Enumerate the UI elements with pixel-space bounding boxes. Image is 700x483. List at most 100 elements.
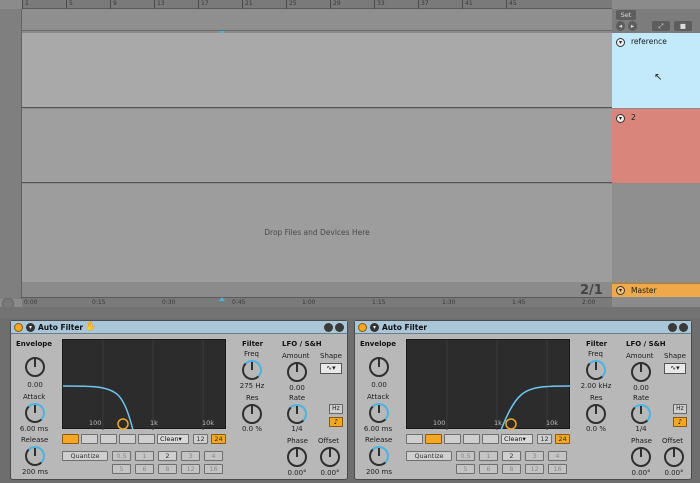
- lowpass-button[interactable]: [62, 434, 79, 444]
- drop-area[interactable]: Drop Files and Devices Here: [22, 184, 612, 282]
- sync-mode-button[interactable]: ♪: [329, 417, 343, 427]
- resize-icon[interactable]: ⤢: [652, 21, 670, 31]
- hz-mode-button[interactable]: Hz: [673, 404, 687, 414]
- next-locator-icon[interactable]: ▸: [628, 21, 637, 31]
- phase-knob[interactable]: [631, 447, 651, 467]
- loop-bar[interactable]: [22, 9, 612, 31]
- hot-swap-icon[interactable]: [668, 323, 677, 332]
- quantize-value-button[interactable]: 16: [548, 464, 567, 474]
- offset-value[interactable]: 0.00°: [655, 469, 693, 477]
- highpass-button[interactable]: [425, 434, 442, 444]
- offset-value[interactable]: 0.00°: [311, 469, 349, 477]
- quantize-value-button[interactable]: 5: [456, 464, 475, 474]
- sync-mode-button[interactable]: ♪: [673, 417, 687, 427]
- quantize-value-button[interactable]: 0.5: [456, 451, 475, 461]
- filter-response-graph[interactable]: 100 1k 10k: [406, 339, 571, 430]
- attack-value[interactable]: 6.00 ms: [355, 425, 401, 433]
- quantize-value-button[interactable]: 16: [204, 464, 223, 474]
- phase-knob[interactable]: [287, 447, 307, 467]
- track-name[interactable]: Master: [631, 286, 657, 295]
- quantize-value-button[interactable]: 4: [204, 451, 223, 461]
- release-value[interactable]: 200 ms: [357, 468, 401, 476]
- envelope-amount-value[interactable]: 0.00: [15, 381, 55, 389]
- quantize-value-button[interactable]: 6: [135, 464, 154, 474]
- quantize-value-button[interactable]: 0.5: [112, 451, 131, 461]
- quantize-value-button[interactable]: 3: [525, 451, 544, 461]
- lfo-rate-value[interactable]: 1/4: [621, 425, 661, 433]
- res-knob[interactable]: [586, 404, 606, 424]
- fold-icon[interactable]: ▾: [616, 114, 625, 123]
- quantize-value-button[interactable]: 2: [158, 451, 177, 461]
- freq-value[interactable]: 275 Hz: [232, 382, 272, 390]
- res-knob[interactable]: [242, 404, 262, 424]
- lock-icon[interactable]: ■: [674, 21, 692, 31]
- filter-response-graph[interactable]: 100 1k 10k: [62, 339, 226, 430]
- envelope-amount-value[interactable]: 0.00: [359, 381, 399, 389]
- lfo-rate-knob[interactable]: [631, 404, 651, 424]
- release-knob[interactable]: [25, 446, 45, 466]
- lfo-amount-value[interactable]: 0.00: [277, 384, 317, 392]
- release-knob[interactable]: [369, 446, 389, 466]
- save-preset-icon[interactable]: [335, 323, 344, 332]
- fold-icon[interactable]: ▾: [26, 323, 35, 332]
- fold-icon[interactable]: ▾: [370, 323, 379, 332]
- offset-knob[interactable]: [320, 447, 340, 467]
- track-header-master[interactable]: ▾ Master: [612, 283, 700, 297]
- slope-24-button[interactable]: 24: [555, 434, 570, 444]
- freq-knob[interactable]: [586, 360, 606, 380]
- lfo-shape-select[interactable]: ∿▾: [320, 363, 342, 374]
- release-value[interactable]: 200 ms: [13, 468, 57, 476]
- device-power-icon[interactable]: [358, 323, 367, 332]
- morph-button[interactable]: [482, 434, 499, 444]
- lfo-rate-value[interactable]: 1/4: [277, 425, 317, 433]
- track-name[interactable]: reference: [631, 37, 667, 46]
- freq-knob[interactable]: [242, 360, 262, 380]
- hz-mode-button[interactable]: Hz: [329, 404, 343, 414]
- quantize-value-button[interactable]: 12: [525, 464, 544, 474]
- track-lane-reference[interactable]: [22, 33, 612, 108]
- track-lane-2[interactable]: [22, 109, 612, 183]
- res-value[interactable]: 0.0 %: [232, 425, 272, 433]
- quantize-value-button[interactable]: 2: [502, 451, 521, 461]
- morph-button[interactable]: [138, 434, 155, 444]
- time-ruler[interactable]: 0:00 0:15 0:30 0:45 1:00 1:15 1:30 1:45 …: [22, 297, 612, 307]
- attack-knob[interactable]: [25, 403, 45, 423]
- quantize-value-button[interactable]: 1: [479, 451, 498, 461]
- quantize-button[interactable]: Quantize: [62, 451, 108, 461]
- quantize-value-button[interactable]: 12: [181, 464, 200, 474]
- quantize-value-button[interactable]: 8: [502, 464, 521, 474]
- lfo-shape-select[interactable]: ∿▾: [664, 363, 686, 374]
- beat-time-ruler[interactable]: 1 5 9 13 17 21 25 29 33 37 41 45: [22, 0, 612, 9]
- freq-value[interactable]: 2.00 kHz: [574, 382, 618, 390]
- quantize-value-button[interactable]: 4: [548, 451, 567, 461]
- res-value[interactable]: 0.0 %: [576, 425, 616, 433]
- offset-knob[interactable]: [664, 447, 684, 467]
- notch-button[interactable]: [463, 434, 480, 444]
- highpass-button[interactable]: [81, 434, 98, 444]
- envelope-amount-knob[interactable]: [25, 357, 45, 377]
- quantize-value-button[interactable]: 5: [112, 464, 131, 474]
- quantize-value-button[interactable]: 8: [158, 464, 177, 474]
- lfo-amount-knob[interactable]: [631, 362, 651, 382]
- quantize-button[interactable]: Quantize: [406, 451, 452, 461]
- previous-locator-icon[interactable]: ◂: [616, 21, 625, 31]
- track-header-2[interactable]: ▾ 2: [612, 109, 700, 183]
- fold-icon[interactable]: ▾: [616, 286, 625, 295]
- lfo-amount-value[interactable]: 0.00: [621, 384, 661, 392]
- fold-icon[interactable]: ▾: [616, 38, 625, 47]
- hot-swap-icon[interactable]: [324, 323, 333, 332]
- slope-24-button[interactable]: 24: [211, 434, 226, 444]
- lfo-amount-knob[interactable]: [287, 362, 307, 382]
- track-header-reference[interactable]: ▾ reference: [612, 33, 700, 108]
- circuit-select[interactable]: Clean▾: [157, 434, 189, 444]
- device-title-bar[interactable]: ▾ Auto Filter: [355, 321, 691, 334]
- attack-knob[interactable]: [369, 403, 389, 423]
- slope-12-button[interactable]: 12: [193, 434, 208, 444]
- horizontal-scrollbar[interactable]: [0, 307, 700, 318]
- set-button[interactable]: Set: [616, 10, 636, 20]
- envelope-amount-knob[interactable]: [369, 357, 389, 377]
- hand-icon[interactable]: ✋: [85, 322, 96, 332]
- bandpass-button[interactable]: [100, 434, 117, 444]
- device-title-bar[interactable]: ▾ Auto Filter ✋: [11, 321, 347, 334]
- track-name[interactable]: 2: [631, 113, 636, 122]
